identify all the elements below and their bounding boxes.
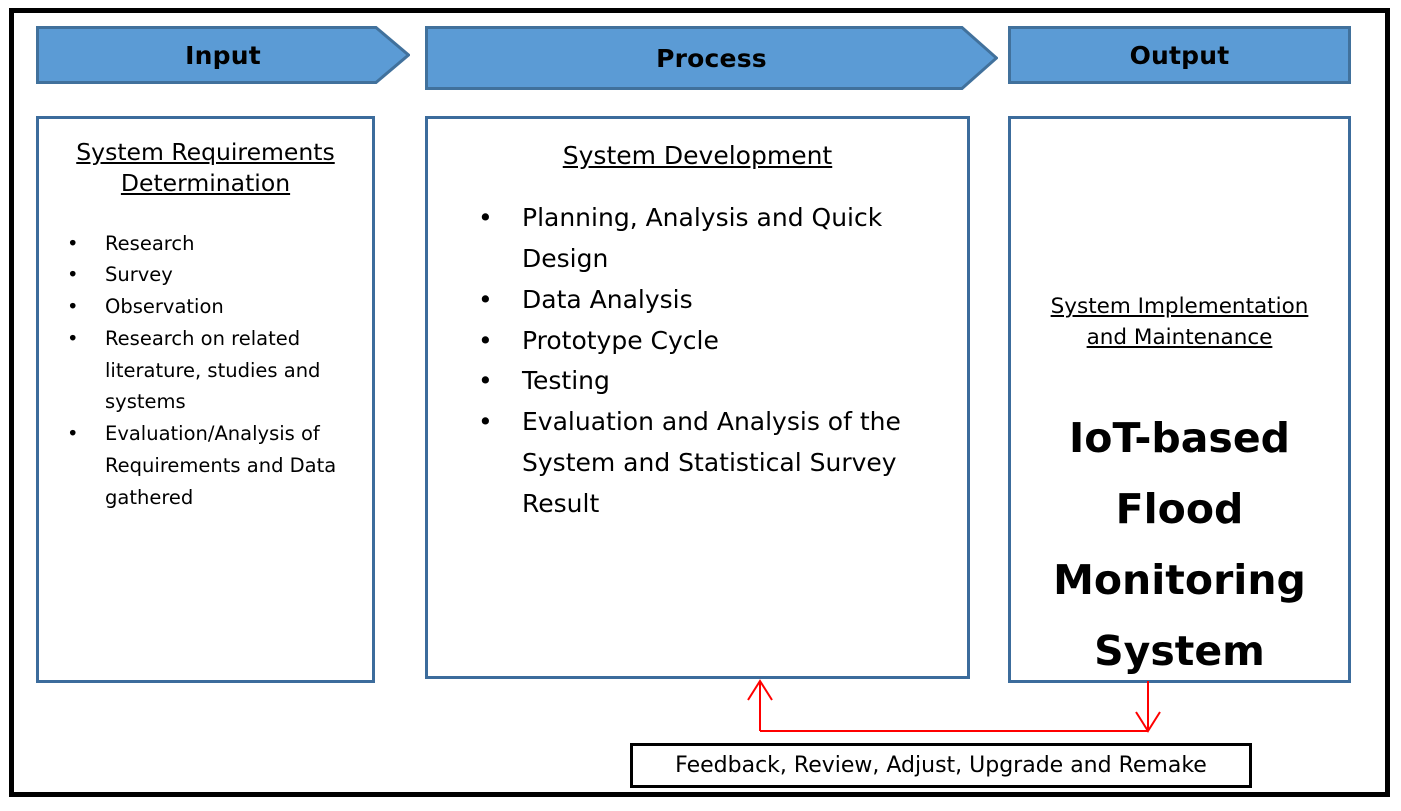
bullet-icon: • [67, 263, 79, 287]
list-item: • Planning, Analysis and Quick Design [478, 198, 951, 280]
list-item: • Survey [67, 259, 358, 291]
input-title-line2: Determination [120, 169, 291, 198]
list-item-label: Evaluation and Analysis of the System an… [522, 407, 901, 518]
panel-output: System Implementation and Maintenance Io… [1008, 116, 1351, 683]
banner-process-label: Process [656, 43, 767, 73]
process-title-line: System Development [562, 141, 833, 170]
banner-input[interactable]: Input [36, 26, 410, 84]
output-subtitle: System Implementation and Maintenance [1011, 291, 1348, 353]
bullet-icon: • [478, 407, 493, 436]
output-subtitle-line2: and Maintenance [1086, 325, 1273, 351]
bullet-icon: • [67, 326, 79, 350]
bullet-icon: • [478, 366, 493, 396]
bullet-icon: • [67, 295, 79, 319]
output-result-line4: System [1094, 626, 1265, 675]
bullet-icon: • [478, 284, 493, 314]
list-item-label: Survey [105, 263, 173, 287]
bullet-icon: • [478, 203, 493, 233]
banner-output-label: Output [1129, 40, 1230, 70]
list-item-label: Data Analysis [522, 284, 693, 314]
list-item-label: Prototype Cycle [522, 325, 719, 355]
list-item-label: Research on related literature, studies … [105, 326, 321, 414]
bullet-icon: • [67, 231, 79, 255]
output-result-title: IoT-based Flood Monitoring System [1011, 403, 1348, 687]
output-result-line1: IoT-based [1069, 414, 1290, 462]
input-panel-title: System Requirements Determination [57, 137, 354, 200]
process-panel-title: System Development [448, 139, 947, 172]
banner-output[interactable]: Output [1008, 26, 1351, 84]
list-item: • Evaluation/Analysis of Requirements an… [67, 418, 358, 513]
panel-process: System Development • Planning, Analysis … [425, 116, 970, 679]
feedback-label: Feedback, Review, Adjust, Upgrade and Re… [675, 753, 1207, 778]
panel-input: System Requirements Determination • Rese… [36, 116, 375, 683]
list-item-label: Observation [105, 295, 224, 319]
output-result-line3: Monitoring [1053, 555, 1306, 604]
list-item-label: Testing [522, 366, 610, 396]
list-item: • Research on related literature, studie… [67, 323, 358, 418]
list-item-label: Evaluation/Analysis of Requirements and … [105, 422, 337, 509]
output-result-line2: Flood [1115, 484, 1244, 533]
list-item: • Testing [478, 361, 951, 402]
list-item-label: Research [105, 231, 195, 255]
bullet-icon: • [67, 422, 79, 446]
input-bullet-list: • Research • Survey • Observation • Rese… [39, 228, 372, 514]
banner-input-label: Input [185, 40, 261, 70]
process-bullet-list: • Planning, Analysis and Quick Design • … [428, 198, 967, 524]
input-title-line1: System Requirements [76, 138, 335, 166]
banner-process[interactable]: Process [425, 26, 998, 90]
list-item: • Observation [67, 291, 358, 323]
output-subtitle-line1: System Implementation [1050, 294, 1309, 319]
list-item: • Data Analysis [478, 280, 951, 321]
list-item: • Prototype Cycle [478, 321, 951, 362]
list-item: • Evaluation and Analysis of the System … [478, 402, 951, 524]
feedback-box[interactable]: Feedback, Review, Adjust, Upgrade and Re… [630, 743, 1252, 788]
list-item-label: Planning, Analysis and Quick Design [522, 203, 883, 273]
list-item: • Research [67, 228, 358, 260]
bullet-icon: • [478, 325, 493, 355]
diagram-canvas: Input Process Output System Requirements… [0, 0, 1401, 811]
